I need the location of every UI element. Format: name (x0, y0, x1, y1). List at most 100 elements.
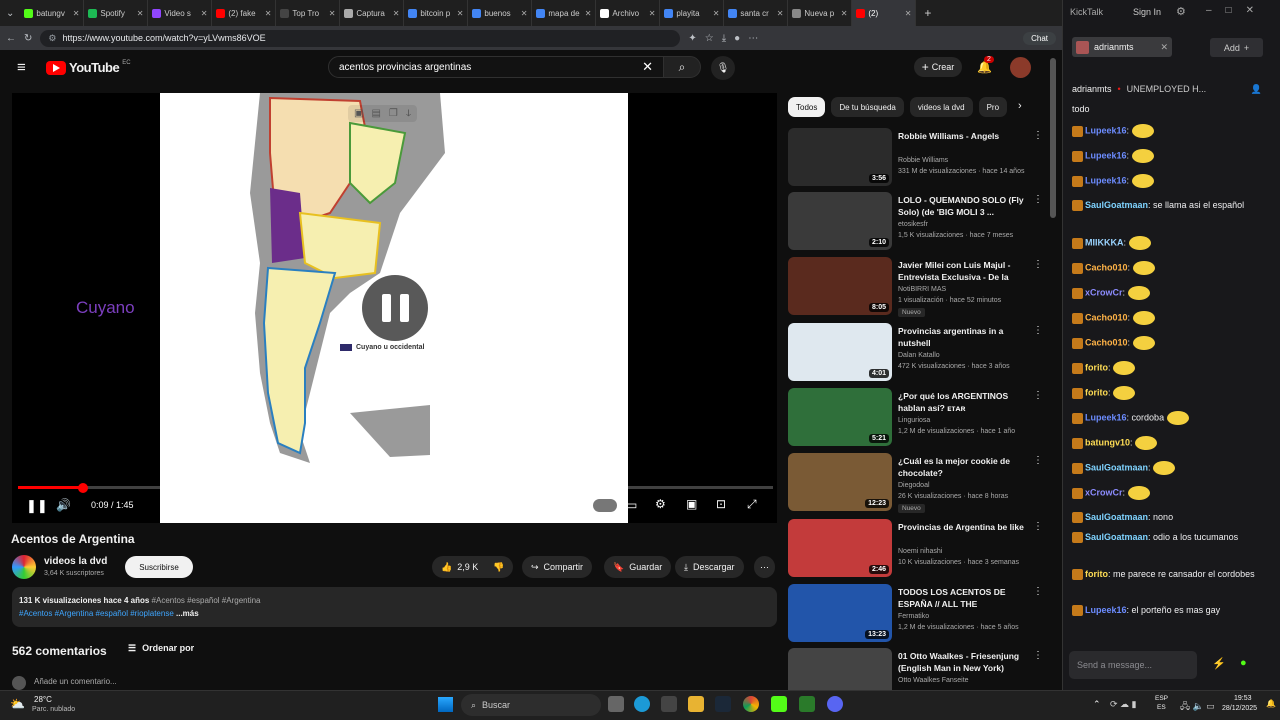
chat-username[interactable]: Lupeek16 (1085, 412, 1127, 422)
recommended-video[interactable]: 13:23 TODOS LOS ACENTOS DE ESPAÑA // ALL … (788, 584, 1048, 646)
browser-tab[interactable]: Captura ✕ (340, 0, 405, 26)
video-channel[interactable]: NotiBIRRI MAS (898, 286, 946, 293)
close-tab-icon[interactable]: ✕ (649, 9, 656, 18)
steam-icon[interactable] (715, 696, 731, 712)
recommended-video[interactable]: 2:10 LOLO - QUEMANDO SOLO (Fly Solo) (de … (788, 192, 1048, 254)
description-tags-2[interactable]: #Acentos #Argentina #español #rioplatens… (19, 609, 174, 618)
chat-username[interactable]: SaulGoatmaan (1085, 200, 1148, 210)
taskbar-search[interactable]: ⌕ Buscar (461, 694, 601, 716)
dislike-icon[interactable]: 👎 (493, 562, 504, 573)
voice-search-button[interactable]: 🎙 (711, 56, 735, 80)
browser-tab[interactable]: buenos ✕ (468, 0, 533, 26)
chat-message[interactable]: Cacho010: (1072, 311, 1262, 325)
hamburger-menu-icon[interactable]: ≡ (17, 59, 26, 76)
more-options-icon[interactable]: ⋮ (1033, 130, 1043, 141)
video-title[interactable]: Javier Milei con Luis Majul - Entrevista… (898, 259, 1026, 284)
weather-icon[interactable]: ⛅ (10, 697, 25, 711)
chat-username[interactable]: forito (1085, 362, 1108, 372)
browser-tab[interactable]: Spotify ✕ (84, 0, 149, 26)
bookmark-star-icon[interactable]: ☆ (705, 33, 714, 44)
task-view-icon[interactable] (608, 696, 624, 712)
chat-username[interactable]: forito (1085, 569, 1108, 579)
more-options-icon[interactable]: ⋮ (1033, 259, 1043, 270)
filter-chip[interactable]: Todos (788, 97, 826, 117)
close-tab-icon[interactable]: ✕ (329, 9, 336, 18)
more-options-icon[interactable]: ⋮ (1033, 325, 1043, 336)
more-options-icon[interactable]: ⋮ (1033, 194, 1043, 205)
notifications-button[interactable]: 🔔 2 (977, 56, 994, 74)
chat-message[interactable]: Cacho010: (1072, 261, 1262, 275)
create-button[interactable]: + Crear (914, 57, 962, 77)
browser-tab[interactable]: Video s ✕ (148, 0, 213, 26)
recommended-video[interactable]: 12:23 ¿Cuál es la mejor cookie de chocola… (788, 453, 1048, 515)
close-tab-icon[interactable]: ✕ (777, 9, 784, 18)
recommended-video[interactable]: 4:01 Provincias argentinas in a nutshell D… (788, 323, 1048, 385)
language-code[interactable]: ESP (1155, 695, 1168, 702)
pause-overlay-button[interactable] (362, 275, 428, 341)
chat-username[interactable]: Lupeek16 (1085, 605, 1127, 615)
video-channel[interactable]: Linguriosa (898, 417, 930, 424)
clear-search-icon[interactable]: ✕ (642, 59, 653, 75)
pip-icon[interactable]: ▤ (371, 108, 380, 119)
browser-tab[interactable]: batungv ✕ (20, 0, 85, 26)
chat-message[interactable]: SaulGoatmaan: (1072, 461, 1262, 475)
back-icon[interactable]: ← (6, 33, 16, 44)
browser-tab[interactable]: bitcoin p ✕ (404, 0, 469, 26)
video-title[interactable]: Robbie Williams - Angels (898, 130, 1026, 142)
chat-button[interactable]: Chat (1023, 31, 1056, 45)
chat-username[interactable]: SaulGoatmaan (1085, 512, 1148, 522)
close-tab-icon[interactable]: ✕ (841, 9, 848, 18)
chat-send-icon[interactable]: ● (1240, 657, 1247, 669)
page-scrollbar[interactable] (1050, 55, 1056, 685)
store-icon[interactable] (661, 696, 677, 712)
kick-icon[interactable] (771, 696, 787, 712)
volume-icon[interactable]: 🔊 (56, 498, 71, 512)
chat-message[interactable]: xCrowCr: (1072, 286, 1262, 300)
description-box[interactable]: 131 K visualizaciones hace 4 años #Acent… (12, 587, 777, 627)
chat-message[interactable]: Lupeek16: (1072, 124, 1262, 138)
video-title[interactable]: 01 Otto Waalkes - Friesenjung (English M… (898, 650, 1026, 674)
add-channel-button[interactable]: Add + (1210, 38, 1263, 57)
add-comment-input[interactable]: Añade un comentario... (34, 677, 117, 686)
close-tab-icon[interactable]: ✕ (585, 9, 592, 18)
chat-username[interactable]: xCrowCr (1085, 287, 1123, 297)
browser-tab[interactable]: playita ✕ (660, 0, 725, 26)
notification-bell-icon[interactable]: 🔔 (1266, 699, 1276, 708)
more-options-icon[interactable]: ⋮ (1033, 455, 1043, 466)
show-more-link[interactable]: ...más (176, 609, 199, 618)
filter-chip[interactable]: De tu búsqueda (831, 97, 904, 117)
chat-username[interactable]: Lupeek16 (1085, 175, 1127, 185)
reload-icon[interactable]: ↻ (24, 33, 32, 44)
tray-icons[interactable]: ⟳ ☁ ▮ (1110, 699, 1137, 710)
kicktalk-icon[interactable] (799, 696, 815, 712)
translate-icon[interactable]: ↆ (406, 108, 411, 119)
browser-tab[interactable]: santa cr ✕ (724, 0, 789, 26)
youtube-logo[interactable]: YouTube EC (46, 60, 131, 75)
tray-chevron-icon[interactable]: ⌃ (1093, 699, 1101, 710)
video-channel[interactable]: Dalan Katallo (898, 352, 940, 359)
settings-icon[interactable]: ⚙ (1176, 5, 1186, 18)
video-channel[interactable]: Noemi nihashi (898, 548, 942, 555)
video-channel[interactable]: Fermatiko (898, 613, 929, 620)
progress-bar[interactable] (18, 483, 773, 493)
chat-message[interactable]: batungv10: (1072, 436, 1262, 450)
fullscreen-icon[interactable]: ⤢ (747, 497, 757, 512)
close-tab-icon[interactable]: ✕ (393, 9, 400, 18)
chat-message[interactable]: Lupeek16: cordoba (1072, 411, 1262, 425)
video-channel[interactable]: Otto Waalkes Fanseite (898, 677, 969, 684)
clock-time[interactable]: 19:53 (1234, 695, 1252, 702)
explorer-icon[interactable] (688, 696, 704, 712)
chat-username[interactable]: MIIKKKA (1085, 237, 1124, 247)
browser-tab[interactable]: Nueva p ✕ (788, 0, 853, 26)
subscribe-button[interactable]: Suscribirse (125, 556, 193, 578)
send-message-input[interactable]: Send a message... (1069, 651, 1197, 679)
downloads-icon[interactable]: ⤓ (722, 33, 726, 44)
video-channel[interactable]: etosikesfr (898, 221, 928, 228)
chips-next-icon[interactable]: › (1018, 100, 1022, 112)
sign-in-button[interactable]: Sign In (1133, 7, 1161, 17)
new-tab-icon[interactable]: + (916, 6, 939, 20)
close-tab-icon[interactable]: ✕ (713, 9, 720, 18)
chat-username[interactable]: Lupeek16 (1085, 125, 1127, 135)
chat-message[interactable]: SaulGoatmaan: se llama asi el español (1072, 199, 1262, 212)
chat-username[interactable]: SaulGoatmaan (1085, 462, 1148, 472)
